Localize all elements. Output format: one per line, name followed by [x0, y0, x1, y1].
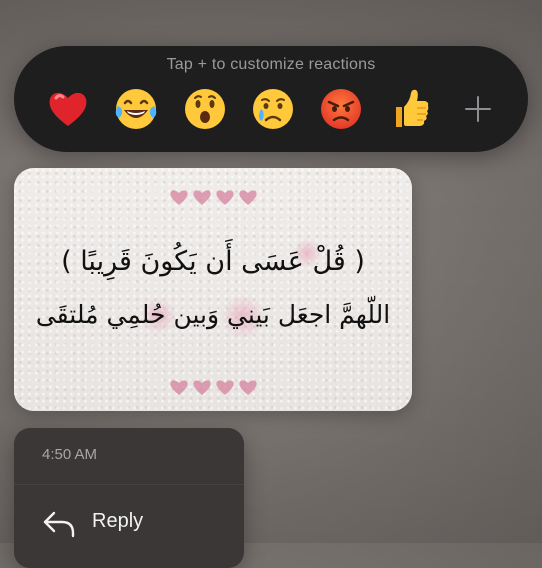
reaction-angry-button[interactable]: [317, 85, 365, 133]
message-timestamp: 4:50 AM: [42, 446, 98, 463]
reaction-row: [44, 84, 502, 134]
reply-arrow-icon: [43, 511, 75, 538]
heart-icon: [238, 190, 257, 205]
heart-icon: [192, 380, 211, 395]
reaction-crying-button[interactable]: [249, 85, 297, 133]
thumbs-up-icon: [395, 89, 428, 127]
hearts-row-top: [14, 188, 412, 206]
reaction-hint-text: Tap + to customize reactions: [166, 56, 376, 73]
reply-label: Reply: [92, 510, 144, 532]
angry-face-icon: [321, 89, 362, 129]
heart-icon: [169, 190, 188, 205]
tears-of-joy-icon: [116, 89, 157, 129]
reaction-bar: Tap + to customize reactions: [14, 46, 528, 152]
reaction-laugh-button[interactable]: [112, 85, 160, 133]
message-image-bubble[interactable]: ( قُلْ عَسَى أَن يَكُونَ قَرِيبًا ) اللّ…: [14, 168, 412, 411]
heart-icon: [169, 380, 188, 395]
reaction-surprised-button[interactable]: [181, 85, 229, 133]
quote-line-2: اللّهمَّ اجعَل بَيني وَبين حُلمِي مُلتقَ…: [35, 300, 391, 329]
reply-menu-item[interactable]: Reply: [14, 498, 244, 548]
surprised-face-icon: [184, 89, 225, 129]
reaction-thumbs-up-button[interactable]: [386, 85, 434, 133]
hearts-row-bottom: [14, 378, 412, 396]
quote-line-1: ( قُلْ عَسَى أَن يَكُونَ قَرِيبًا ): [61, 246, 365, 277]
message-context-menu: 4:50 AM Reply: [14, 428, 244, 568]
heart-icon: [215, 380, 234, 395]
heart-icon: [192, 190, 211, 205]
crying-face-icon: [252, 89, 293, 129]
reaction-heart-button[interactable]: [44, 85, 92, 133]
heart-icon: [238, 380, 257, 395]
plus-icon: [464, 96, 491, 122]
add-reaction-button[interactable]: [454, 85, 502, 133]
red-heart-icon: [49, 92, 87, 126]
heart-icon: [215, 190, 234, 205]
menu-divider: [14, 484, 244, 485]
